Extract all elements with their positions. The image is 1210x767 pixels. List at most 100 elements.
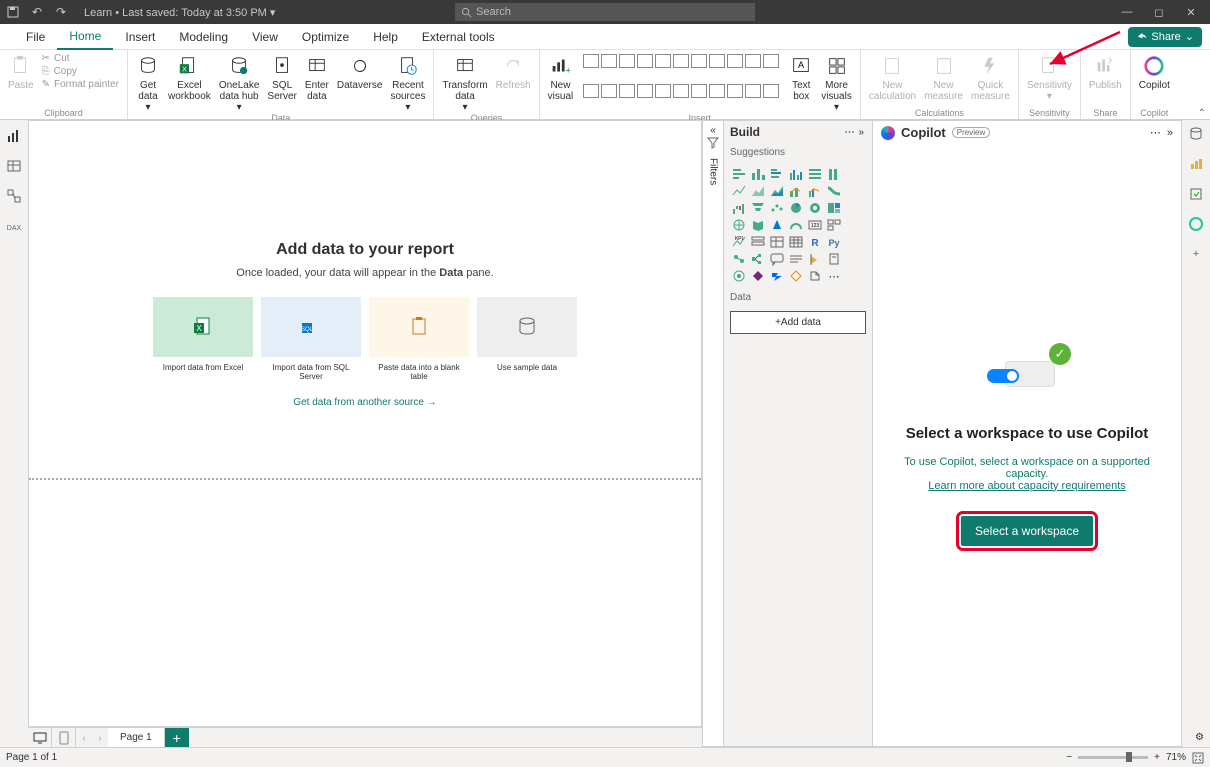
tab-home[interactable]: Home [57, 24, 113, 50]
viz-stacked-bar-icon[interactable] [730, 166, 748, 182]
viz-waterfall-icon[interactable] [730, 200, 748, 216]
select-workspace-button[interactable]: Select a workspace [961, 516, 1093, 546]
enter-data-button[interactable]: Enter data [303, 52, 331, 113]
zoom-in-button[interactable]: + [1154, 752, 1160, 763]
format-pane-icon[interactable] [1186, 154, 1206, 174]
new-visual-button[interactable]: +New visual [546, 52, 576, 113]
viz-stacked-area-icon[interactable] [768, 183, 786, 199]
recent-sources-button[interactable]: Recent sources ▾ [388, 52, 427, 113]
sample-data-card[interactable] [477, 297, 577, 357]
viz-gauge-icon[interactable] [787, 217, 805, 233]
tab-view[interactable]: View [240, 24, 290, 50]
viz-donut-icon[interactable] [806, 200, 824, 216]
copilot-learn-link[interactable]: Learn more about capacity requirements [928, 480, 1126, 492]
share-button[interactable]: Share ⌄ [1128, 27, 1202, 47]
zoom-out-button[interactable]: − [1066, 752, 1072, 763]
onelake-button[interactable]: OneLake data hub ▾ [217, 52, 262, 113]
viz-narrative-icon[interactable] [787, 251, 805, 267]
expand-filters-icon[interactable]: « [710, 125, 716, 136]
viz-100-bar-icon[interactable] [806, 166, 824, 182]
tab-optimize[interactable]: Optimize [290, 24, 361, 50]
model-view-icon[interactable] [4, 186, 24, 206]
add-data-button[interactable]: +Add data [730, 311, 866, 334]
next-page-button[interactable]: › [92, 728, 108, 748]
viz-pie-icon[interactable] [787, 200, 805, 216]
sql-server-button[interactable]: SQL Server [265, 52, 298, 113]
viz-slicer-icon[interactable] [749, 234, 767, 250]
mobile-layout-button[interactable] [52, 728, 76, 748]
redo-icon[interactable]: ↷ [52, 3, 70, 21]
get-data-other-link[interactable]: Get data from another source → [293, 397, 436, 408]
zoom-slider[interactable] [1078, 756, 1148, 759]
viz-funnel-icon[interactable] [749, 200, 767, 216]
viz-matrix-icon[interactable] [787, 234, 805, 250]
build-more-icon[interactable]: ⋯ [842, 127, 856, 138]
viz-treemap-icon[interactable] [825, 200, 843, 216]
build-collapse-icon[interactable]: » [856, 127, 866, 138]
copilot-more-icon[interactable]: ⋯ [1150, 126, 1161, 139]
import-sql-card[interactable]: SQL [261, 297, 361, 357]
copilot-collapse-icon[interactable]: » [1167, 127, 1173, 139]
tab-modeling[interactable]: Modeling [167, 24, 240, 50]
viz-column-icon[interactable] [749, 166, 767, 182]
viz-ribbon-icon[interactable] [825, 183, 843, 199]
visual-gallery[interactable] [579, 52, 783, 113]
dax-view-icon[interactable]: DAX [4, 216, 24, 236]
import-excel-card[interactable]: X [153, 297, 253, 357]
close-button[interactable]: ✕ [1176, 1, 1206, 23]
viz-filled-map-icon[interactable] [749, 217, 767, 233]
viz-line-clustered-icon[interactable] [806, 183, 824, 199]
viz-table-icon[interactable] [768, 234, 786, 250]
viz-r-icon[interactable]: R [806, 234, 824, 250]
viz-python-icon[interactable]: Py [825, 234, 843, 250]
tab-help[interactable]: Help [361, 24, 410, 50]
viz-more-icon[interactable]: ⋯ [825, 268, 843, 284]
filters-pane-collapsed[interactable]: « Filters [702, 120, 724, 747]
viz-key-influencers-icon[interactable] [730, 251, 748, 267]
save-icon[interactable] [4, 3, 22, 21]
fit-page-button[interactable] [1192, 752, 1204, 764]
add-page-button[interactable]: + [165, 728, 189, 748]
get-data-button[interactable]: Get data ▾ [134, 52, 162, 113]
viz-scatter-icon[interactable] [768, 200, 786, 216]
settings-icon[interactable]: ⚙ [1195, 732, 1204, 743]
tab-external-tools[interactable]: External tools [410, 24, 507, 50]
report-canvas[interactable]: Add data to your report Once loaded, you… [28, 120, 702, 727]
tab-insert[interactable]: Insert [113, 24, 167, 50]
prev-page-button[interactable]: ‹ [76, 728, 92, 748]
viz-100-column-icon[interactable] [825, 166, 843, 182]
minimize-button[interactable]: — [1112, 1, 1142, 23]
dataverse-button[interactable]: Dataverse [335, 52, 385, 113]
viz-clustered-column-icon[interactable] [787, 166, 805, 182]
search-box[interactable]: Search [455, 3, 755, 21]
viz-goals-icon[interactable] [806, 251, 824, 267]
add-pane-icon[interactable]: + [1186, 244, 1206, 264]
viz-qa-icon[interactable] [768, 251, 786, 267]
report-view-icon[interactable] [4, 126, 24, 146]
more-visuals-button[interactable]: More visuals ▾ [819, 52, 854, 113]
viz-powerapps-icon[interactable] [749, 268, 767, 284]
paste-blank-card[interactable] [369, 297, 469, 357]
viz-multi-card-icon[interactable] [825, 217, 843, 233]
viz-paginated-icon[interactable] [825, 251, 843, 267]
selection-pane-icon[interactable] [1186, 184, 1206, 204]
undo-icon[interactable]: ↶ [28, 3, 46, 21]
viz-arcgis-icon[interactable] [730, 268, 748, 284]
viz-automate-icon[interactable] [768, 268, 786, 284]
viz-card-icon[interactable]: 123 [806, 217, 824, 233]
page-tab-1[interactable]: Page 1 [108, 728, 165, 748]
viz-kpi-icon[interactable]: KPI [730, 234, 748, 250]
viz-decomposition-icon[interactable] [749, 251, 767, 267]
copilot-rail-icon[interactable] [1186, 214, 1206, 234]
table-view-icon[interactable] [4, 156, 24, 176]
restore-button[interactable]: ◻ [1144, 1, 1174, 23]
desktop-layout-button[interactable] [28, 728, 52, 748]
text-box-button[interactable]: AText box [787, 52, 815, 113]
viz-line-icon[interactable] [730, 183, 748, 199]
viz-sparkline-icon[interactable] [787, 268, 805, 284]
collapse-ribbon-button[interactable]: ⌃ [1198, 108, 1206, 119]
document-title[interactable]: Learn • Last saved: Today at 3:50 PM ▾ [84, 6, 275, 19]
tab-file[interactable]: File [14, 24, 57, 50]
viz-line-column-icon[interactable] [787, 183, 805, 199]
data-pane-icon[interactable] [1186, 124, 1206, 144]
